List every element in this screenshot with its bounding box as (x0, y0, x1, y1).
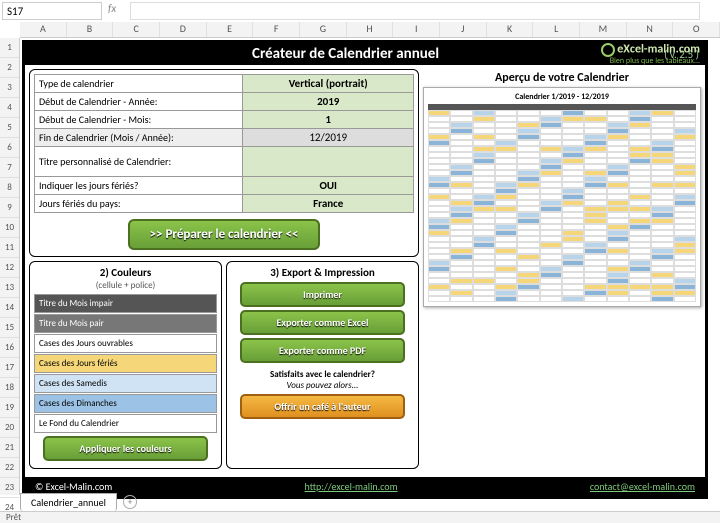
cfg-country-value[interactable]: France (243, 195, 414, 213)
status-bar: Prêt (0, 511, 720, 523)
color-saturdays[interactable]: Cases des Samedis (34, 374, 217, 393)
satisfied-text: Satisfaits avec le calendrier? (231, 369, 414, 380)
export-excel-button[interactable]: Exporter comme Excel (240, 310, 405, 335)
apply-colors-button[interactable]: Appliquer les couleurs (43, 436, 208, 461)
preview-heading: Aperçu de votre Calendrier (423, 71, 701, 85)
export-panel: 3) Export & Impression Imprimer Exporter… (226, 261, 419, 469)
clock-icon (601, 43, 615, 57)
add-sheet-button[interactable]: + (123, 495, 137, 509)
cfg-type-value[interactable]: Vertical (portrait) (243, 75, 414, 93)
you-can-text: Vous pouvez alors... (231, 380, 414, 391)
row-headers: 123456789101112131415161718192021222324 (0, 38, 20, 495)
color-even-month[interactable]: Titre du Mois pair (34, 314, 217, 333)
cfg-holidays-value[interactable]: OUI (243, 177, 414, 195)
name-box[interactable] (2, 2, 102, 20)
formula-bar[interactable] (130, 2, 700, 20)
footer-copy: © Excel-Malin.com (35, 480, 112, 493)
preview-title: Calendrier 1/2019 - 12/2019 (428, 92, 696, 102)
print-button[interactable]: Imprimer (240, 282, 405, 307)
cfg-type-label: Type de calendrier (35, 75, 243, 93)
footer-link[interactable]: http://excel-malin.com (305, 480, 398, 493)
fx-label (108, 2, 120, 15)
app-header: Créateur de Calendrier annuel ( v. 2.5 )… (25, 43, 705, 65)
sheet-tabs: Calendrier_annuel + (20, 493, 137, 511)
cfg-holidays-label: Indiquer les jours fériés? (35, 177, 243, 195)
config-panel: Type de calendrierVertical (portrait) Dé… (29, 69, 419, 257)
brand: eXcel-malin.com Bien plus que les tablea… (601, 43, 700, 65)
column-headers: ABCDEFGHIJKLMNO (20, 22, 720, 38)
color-sundays[interactable]: Cases des Dimanches (34, 394, 217, 413)
colors-sub: (cellule + police) (34, 280, 217, 291)
cfg-month-label: Début de Calendrier - Mois: (35, 111, 243, 129)
color-workdays[interactable]: Cases des Jours ouvrables (34, 334, 217, 353)
footer-mail[interactable]: contact@excel-malin.com (590, 480, 695, 493)
calendar-preview-grid (428, 104, 696, 302)
cfg-title-value[interactable] (243, 147, 414, 177)
color-odd-month[interactable]: Titre du Mois impair (34, 294, 217, 313)
app-title: Créateur de Calendrier annuel (252, 45, 439, 63)
coffee-button[interactable]: Offrir un café à l'auteur (240, 394, 405, 419)
colors-panel: 2) Couleurs (cellule + police) Titre du … (29, 261, 222, 469)
worksheet: Créateur de Calendrier annuel ( v. 2.5 )… (20, 38, 720, 495)
color-holidays[interactable]: Cases des Jours fériés (34, 354, 217, 373)
cfg-end-label: Fin de Calendrier (Mois / Année): (35, 129, 243, 147)
cfg-title-label: Titre personnalisé de Calendrier: (35, 147, 243, 177)
cfg-end-value: 12/2019 (243, 129, 414, 147)
colors-heading: 2) Couleurs (34, 266, 217, 279)
color-background[interactable]: Le Fond du Calendrier (34, 414, 217, 433)
cfg-month-value[interactable]: 1 (243, 111, 414, 129)
export-pdf-button[interactable]: Exporter comme PDF (240, 338, 405, 363)
cfg-year-value[interactable]: 2019 (243, 93, 414, 111)
prepare-button[interactable]: >> Préparer le calendrier << (128, 219, 321, 250)
preview-panel: Aperçu de votre Calendrier Calendrier 1/… (423, 71, 701, 307)
tab-calendrier[interactable]: Calendrier_annuel (20, 493, 117, 511)
cfg-year-label: Début de Calendrier - Année: (35, 93, 243, 111)
cfg-country-label: Jours fériés du pays: (35, 195, 243, 213)
export-heading: 3) Export & Impression (231, 266, 414, 279)
